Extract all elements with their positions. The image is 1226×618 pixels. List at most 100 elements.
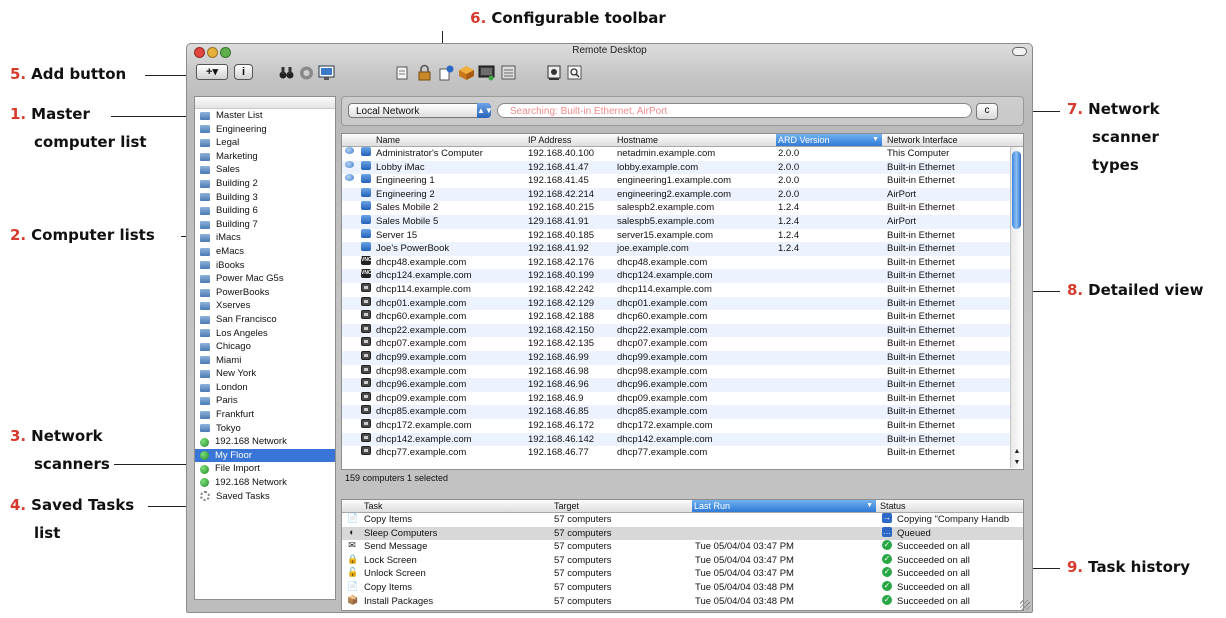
sidebar-item[interactable]: Engineering bbox=[195, 123, 335, 137]
computer-row[interactable]: Joe's PowerBook 192.168.41.92 joe.example.… bbox=[342, 242, 1023, 256]
observe-icon[interactable] bbox=[298, 64, 315, 81]
column-header-last-run[interactable]: Last Run ▼ bbox=[692, 500, 876, 512]
column-header-ard-version[interactable]: ARD Version ▼ bbox=[776, 134, 882, 146]
task-row[interactable]: 🔓 Unlock Screen 57 computers Tue 05/04/04 0… bbox=[342, 567, 1023, 581]
copy-icon[interactable] bbox=[438, 64, 455, 81]
spotlight-icon[interactable] bbox=[566, 64, 583, 81]
task-row[interactable]: 📄 Copy Items 57 computers Tue 05/04/04 03:4… bbox=[342, 581, 1023, 595]
computer-row[interactable]: dhcp99.example.com 192.168.46.99 dhcp99.ex… bbox=[342, 351, 1023, 365]
column-header-target[interactable]: Target bbox=[554, 500, 579, 512]
cell-target: 57 computers bbox=[554, 582, 612, 593]
computer-row[interactable]: dhcp172.example.com 192.168.46.172 dhcp172… bbox=[342, 419, 1023, 433]
sidebar-item[interactable]: London bbox=[195, 381, 335, 395]
cell-status: Succeeded on all bbox=[897, 554, 970, 566]
add-button[interactable]: +▾ bbox=[196, 64, 228, 80]
sidebar-item[interactable]: Chicago bbox=[195, 340, 335, 354]
sidebar-item[interactable]: Tokyo bbox=[195, 422, 335, 436]
computer-row[interactable]: dhcp09.example.com 192.168.46.9 dhcp09.exa… bbox=[342, 391, 1023, 406]
computer-row[interactable]: Sales Mobile 5 129.168.41.91 salespb5.exam… bbox=[342, 215, 1023, 229]
computer-row[interactable]: dhcp22.example.com 192.168.42.150 dhcp22.e… bbox=[342, 323, 1023, 338]
computer-row[interactable]: dhcp77.example.com 192.168.46.77 dhcp77.ex… bbox=[342, 446, 1023, 460]
cell-host: dhcp124.example.com bbox=[617, 270, 713, 282]
computer-row[interactable]: dhcp85.example.com 192.168.46.85 dhcp85.ex… bbox=[342, 405, 1023, 419]
computer-row[interactable]: dhcp96.example.com 192.168.46.96 dhcp96.ex… bbox=[342, 378, 1023, 392]
sidebar-item[interactable]: 192.168 Network bbox=[195, 476, 335, 490]
computer-row[interactable]: dhcp60.example.com 192.168.42.188 dhcp60.e… bbox=[342, 310, 1023, 324]
sidebar-item[interactable]: Xserves bbox=[195, 299, 335, 313]
sidebar-item[interactable]: Building 2 bbox=[195, 177, 335, 191]
computer-row[interactable]: dhcp01.example.com 192.168.42.129 dhcp01.e… bbox=[342, 296, 1023, 311]
message-icon[interactable] bbox=[394, 64, 411, 81]
sidebar-item[interactable]: San Francisco bbox=[195, 313, 335, 327]
column-header-ip[interactable]: IP Address bbox=[528, 134, 571, 146]
computer-row[interactable]: VNC dhcp48.example.com 192.168.42.176 dhcp4… bbox=[342, 255, 1023, 270]
sidebar-item[interactable]: Power Mac G5s bbox=[195, 272, 335, 286]
sidebar-item-label: 192.168 Network bbox=[215, 436, 287, 448]
toolbar-toggle-button[interactable] bbox=[1012, 47, 1027, 56]
column-header-network-interface[interactable]: Network Interface bbox=[887, 134, 958, 146]
sidebar-item[interactable]: New York bbox=[195, 367, 335, 381]
sidebar-item[interactable]: Building 6 bbox=[195, 204, 335, 218]
sidebar-item[interactable]: Building 3 bbox=[195, 191, 335, 205]
column-header-name[interactable]: Name bbox=[376, 134, 400, 146]
sidebar-item[interactable]: eMacs bbox=[195, 245, 335, 259]
reports-icon[interactable] bbox=[546, 64, 563, 81]
computer-list-icon bbox=[200, 179, 210, 188]
column-header-hostname[interactable]: Hostname bbox=[617, 134, 658, 146]
computer-row[interactable]: Engineering 1 192.168.41.45 engineering1.e… bbox=[342, 174, 1023, 188]
lock-icon[interactable] bbox=[416, 64, 433, 81]
sidebar-item[interactable]: Paris bbox=[195, 394, 335, 408]
sidebar-item[interactable]: Los Angeles bbox=[195, 327, 335, 341]
task-row[interactable]: 🔒 Lock Screen 57 computers Tue 05/04/04 03:… bbox=[342, 553, 1023, 568]
task-row[interactable]: ◐ Sleep Computers 57 computers Queued… bbox=[342, 526, 1023, 541]
computer-row[interactable]: dhcp114.example.com 192.168.42.242 dhcp114… bbox=[342, 283, 1023, 297]
binoculars-icon[interactable] bbox=[278, 64, 295, 81]
control-icon[interactable] bbox=[318, 64, 335, 81]
column-header-status[interactable]: Status bbox=[880, 500, 906, 512]
computer-row[interactable]: VNC dhcp124.example.com 192.168.40.199 dhcp… bbox=[342, 269, 1023, 283]
computer-row[interactable]: dhcp142.example.com 192.168.46.142 dhcp142… bbox=[342, 432, 1023, 447]
sidebar-item[interactable]: Miami bbox=[195, 354, 335, 368]
vertical-scrollbar[interactable]: ▲ ▼ bbox=[1010, 147, 1023, 468]
info-button[interactable]: i bbox=[234, 64, 253, 80]
computer-row[interactable]: dhcp07.example.com 192.168.42.135 dhcp07.e… bbox=[342, 337, 1023, 351]
resize-handle[interactable] bbox=[1020, 600, 1030, 610]
sidebar-item[interactable]: Frankfurt bbox=[195, 408, 335, 422]
cell-ip: 192.168.46.85 bbox=[528, 406, 589, 418]
sidebar-item[interactable]: iBooks bbox=[195, 259, 335, 273]
scanner-type-select[interactable]: Local Network ▲▼ bbox=[348, 103, 493, 118]
task-row[interactable]: ✉ Send Message 57 computers Tue 05/04/04 03… bbox=[342, 540, 1023, 554]
computer-row[interactable]: Engineering 2 192.168.42.214 engineering2.… bbox=[342, 187, 1023, 202]
computer-row[interactable]: Sales Mobile 2 192.168.40.215 salespb2.exa… bbox=[342, 201, 1023, 215]
report-icon[interactable] bbox=[500, 64, 517, 81]
title-bar[interactable]: Remote Desktop bbox=[187, 44, 1032, 60]
install-icon[interactable] bbox=[458, 64, 475, 81]
scroll-up-arrow[interactable]: ▲ bbox=[1011, 447, 1023, 457]
computer-row[interactable]: Administrator's Computer 192.168.40.100 ne… bbox=[342, 147, 1023, 161]
scroll-down-arrow[interactable]: ▼ bbox=[1011, 458, 1023, 468]
computer-row[interactable]: Server 15 192.168.40.185 server15.example.… bbox=[342, 228, 1023, 243]
task-row[interactable]: 📦 Install Packages 57 computers Tue 05/04/0… bbox=[342, 594, 1023, 609]
sidebar-item[interactable]: Legal bbox=[195, 136, 335, 150]
sidebar-item[interactable]: PowerBooks bbox=[195, 286, 335, 300]
refresh-button[interactable]: c bbox=[976, 103, 998, 120]
sidebar-item[interactable]: 192.168 Network bbox=[195, 435, 335, 449]
sidebar-item[interactable]: Building 7 bbox=[195, 218, 335, 232]
callout-line bbox=[114, 464, 190, 465]
sidebar-item[interactable]: Sales bbox=[195, 163, 335, 177]
sidebar-item[interactable]: File Import bbox=[195, 462, 335, 476]
scrollbar-thumb[interactable] bbox=[1012, 151, 1021, 229]
cell-ard: 1.2.4 bbox=[778, 216, 800, 227]
scanner-search-field[interactable]: Searching: Built-in Ethernet, AirPort bbox=[497, 103, 972, 118]
sidebar-item[interactable]: Saved Tasks bbox=[195, 490, 335, 504]
computer-row[interactable]: Lobby iMac 192.168.41.47 lobby.example.com… bbox=[342, 160, 1023, 175]
column-header-task[interactable]: Task bbox=[364, 500, 383, 512]
sidebar-item[interactable]: My Floor bbox=[195, 448, 335, 463]
unix-icon[interactable] bbox=[478, 64, 495, 81]
sidebar-item[interactable]: iMacs bbox=[195, 231, 335, 245]
sidebar-item[interactable]: Master List bbox=[195, 109, 335, 123]
sidebar-item[interactable]: Marketing bbox=[195, 150, 335, 164]
sidebar-item-label: Tokyo bbox=[216, 422, 241, 434]
computer-row[interactable]: dhcp98.example.com 192.168.46.98 dhcp98.ex… bbox=[342, 364, 1023, 379]
task-row[interactable]: 📄 Copy Items 57 computers Copying "Company … bbox=[342, 513, 1023, 527]
